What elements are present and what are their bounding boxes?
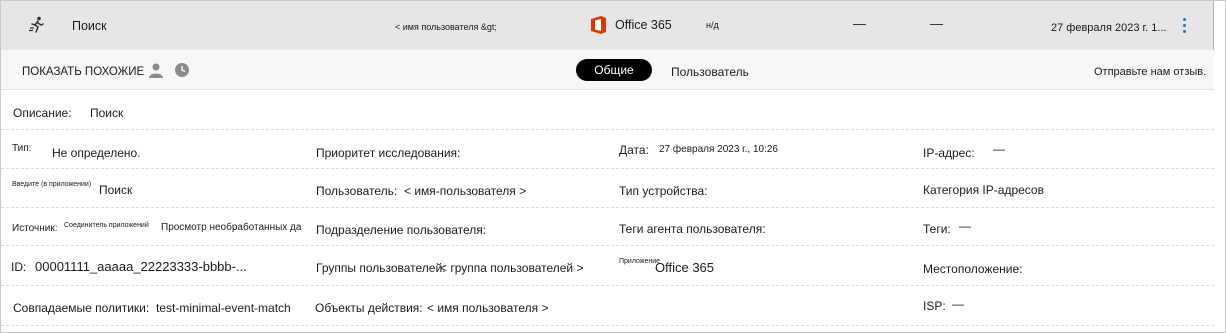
- description-label: Описание:: [13, 106, 72, 120]
- clock-icon[interactable]: [174, 62, 190, 78]
- source-value: Соединитель приложений: [64, 222, 149, 229]
- ip-value: —: [993, 142, 1005, 156]
- tags-value: —: [959, 219, 971, 233]
- detail-row: ID: 00001111_aaaaa_22223333-bbbb-... Гру…: [1, 246, 1214, 286]
- priority-label: Приоритет исследования:: [316, 146, 461, 160]
- show-similar-button[interactable]: ПОКАЗАТЬ ПОХОЖИЕ: [22, 66, 144, 78]
- person-icon[interactable]: [148, 62, 164, 78]
- user-label: Пользователь:: [316, 184, 398, 198]
- tags-label: Теги:: [923, 222, 951, 236]
- date-value: 27 февраля 2023 г., 10:26: [659, 144, 778, 155]
- entered-value: Поиск: [99, 183, 133, 197]
- more-icon[interactable]: [1179, 18, 1189, 36]
- activity-summary-row[interactable]: Поиск < имя пользователя &gt; Office 365…: [1, 1, 1214, 50]
- type-label: Тип:: [12, 143, 32, 154]
- source-label: Источник:: [12, 223, 58, 234]
- user-groups-label: Группы пользователей:: [316, 261, 446, 275]
- description-value: Поиск: [90, 106, 124, 120]
- type-value: Не определено.: [52, 146, 141, 160]
- id-value: 00001111_aaaaa_22223333-bbbb-...: [35, 259, 247, 274]
- detail-row: Тип: Не определено. Приоритет исследован…: [1, 130, 1214, 169]
- user-value[interactable]: < имя-пользователя >: [404, 184, 526, 198]
- device-type-label: Тип устройства:: [619, 184, 708, 198]
- activity-name: Поиск: [72, 19, 107, 33]
- user-name[interactable]: < имя пользователя &gt;: [395, 22, 497, 32]
- detail-row: Совпадаемые политики: test-minimal-event…: [1, 286, 1214, 326]
- raw-data-link[interactable]: Просмотр необработанных данных: [161, 222, 302, 233]
- ip-label: IP-адрес:: [923, 146, 975, 160]
- divider: [1213, 1, 1214, 50]
- detail-row: Источник: Соединитель приложений Просмот…: [1, 208, 1214, 246]
- detail-row: Введите (в приложении) Поиск Пользовател…: [1, 169, 1214, 208]
- tab-user[interactable]: Пользователь: [671, 65, 749, 79]
- isp-label: ISP:: [923, 299, 946, 313]
- action-objects-value[interactable]: < имя пользователя >: [427, 301, 548, 315]
- agent-tags-label: Теги агента пользователя:: [619, 222, 766, 236]
- empty-value: —: [930, 16, 943, 31]
- entered-label: Введите (в приложении): [12, 181, 92, 188]
- app-name[interactable]: Office 365: [615, 18, 672, 32]
- user-groups-value[interactable]: < группа пользователей >: [440, 261, 583, 275]
- date-label: Дата:: [619, 143, 649, 157]
- department-label: Подразделение пользователя:: [316, 223, 487, 237]
- app-label: Приложение: [619, 258, 661, 265]
- drawer-toolbar: ПОКАЗАТЬ ПОХОЖИЕ Общие Пользователь Отпр…: [1, 50, 1214, 90]
- location-label: Местоположение:: [923, 262, 1023, 276]
- policies-label: Совпадаемые политики:: [13, 301, 150, 315]
- detail-row: Описание: Поиск: [1, 91, 1214, 130]
- empty-value: —: [853, 16, 866, 31]
- feedback-link[interactable]: Отправьте нам отзыв.: [1094, 66, 1206, 78]
- app-value[interactable]: Office 365: [655, 260, 714, 275]
- na-value: н/д: [706, 20, 719, 30]
- action-objects-label: Объекты действия:: [315, 301, 423, 315]
- activity-icon: [29, 16, 44, 33]
- isp-value: —: [952, 297, 964, 311]
- id-label: ID:: [11, 260, 27, 274]
- tab-general[interactable]: Общие: [576, 59, 652, 81]
- activity-date: 27 февраля 2023 г. 1...: [1051, 22, 1167, 34]
- policies-value[interactable]: test-minimal-event-match: [156, 301, 290, 315]
- ip-category-label: Категория IP-адресов: [923, 183, 1044, 197]
- office-icon: [591, 16, 606, 34]
